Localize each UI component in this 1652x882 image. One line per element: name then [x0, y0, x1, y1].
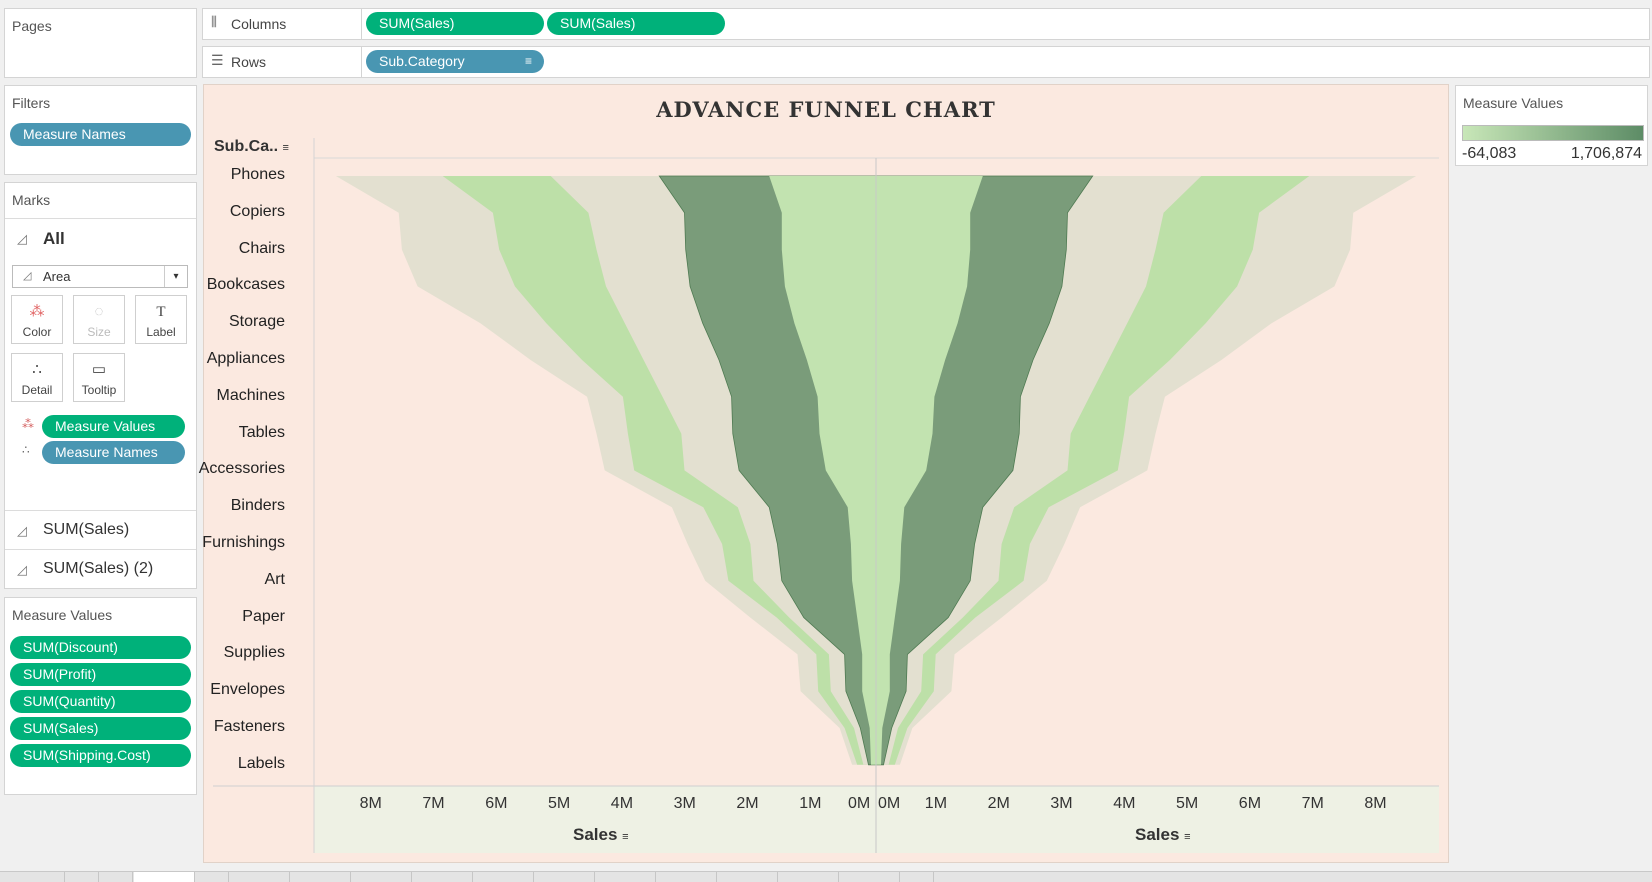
mv-pill-profit[interactable]: SUM(Profit)	[10, 663, 191, 686]
x-tick-label-right: 6M	[1238, 795, 1262, 812]
mv-pill-sales[interactable]: SUM(Sales)	[10, 717, 191, 740]
category-label: Machines	[216, 386, 285, 404]
x-tick-label-left: 0M	[848, 795, 871, 812]
color-dots-icon: ⁂	[29, 303, 45, 320]
color-dots-icon: ⁂	[22, 417, 34, 431]
category-label: Copiers	[229, 202, 285, 220]
x-tick-label-right: 5M	[1176, 795, 1199, 812]
marks-card: Marks ◿ All ◿ Area ▾ ⁂ Color ◌ Size T La…	[4, 182, 197, 589]
legend-gradient	[1462, 125, 1644, 141]
row-header: Sub.Ca.. ≡	[214, 138, 289, 155]
category-label: Chairs	[238, 239, 285, 257]
legend-max: 1,706,874	[1570, 145, 1642, 162]
pages-title: Pages	[12, 18, 52, 34]
area-icon: ◿	[17, 562, 27, 577]
x-tick-label-right: 4M	[1113, 795, 1136, 812]
category-label: Appliances	[206, 350, 285, 367]
size-circles-icon: ◌	[94, 303, 104, 320]
size-button[interactable]: ◌ Size	[73, 295, 125, 344]
legend-min: -64,083	[1462, 145, 1517, 162]
columns-label: Columns	[231, 16, 287, 32]
color-button[interactable]: ⁂ Color	[11, 295, 63, 344]
x-tick-label-left: 8M	[359, 795, 382, 812]
x-tick-label-right: 3M	[1050, 795, 1073, 812]
x-tick-label-left: 7M	[422, 795, 445, 812]
color-legend[interactable]: Measure Values -64,083 1,706,874	[1455, 85, 1648, 166]
columns-pill-sales-1[interactable]: SUM(Sales)	[366, 12, 544, 35]
category-label: Paper	[242, 607, 285, 625]
mv-pill-shipping-cost[interactable]: SUM(Shipping.Cost)	[10, 744, 191, 767]
pages-card: Pages	[4, 8, 197, 78]
chevron-down-icon: ▾	[164, 266, 187, 287]
measure-values-title: Measure Values	[12, 607, 113, 623]
sort-icon: ≡	[622, 831, 629, 843]
category-label: Art	[264, 570, 285, 588]
marks-pane-sales-2[interactable]: ◿ SUM(Sales) (2)	[5, 549, 196, 588]
sort-icon: ≡	[524, 54, 532, 68]
columns-pill-sales-2[interactable]: SUM(Sales)	[547, 12, 725, 35]
category-label: Accessories	[198, 460, 285, 478]
marks-pane-sales[interactable]: ◿ SUM(Sales)	[5, 510, 196, 549]
area-icon: ◿	[17, 231, 27, 246]
x-axis-title-left: Sales ≡	[573, 825, 629, 844]
category-label: Supplies	[223, 644, 285, 662]
area-icon: ◿	[17, 523, 27, 538]
tooltip-button[interactable]: ▭ Tooltip	[73, 353, 125, 402]
rows-pill-subcategory[interactable]: Sub.Category ≡	[366, 50, 544, 73]
mv-pill-quantity[interactable]: SUM(Quantity)	[10, 690, 191, 713]
x-tick-label-left: 2M	[736, 795, 759, 812]
legend-title: Measure Values	[1463, 95, 1564, 111]
category-label: Envelopes	[210, 681, 285, 699]
x-tick-label-left: 4M	[610, 795, 634, 812]
x-tick-label-left: 6M	[485, 795, 508, 812]
detail-button[interactable]: ∴ Detail	[11, 353, 63, 402]
rows-label: Rows	[231, 54, 267, 70]
x-tick-label-right: 0M	[878, 795, 901, 812]
detail-dots-icon: ∴	[22, 443, 30, 457]
x-tick-label-right: 8M	[1364, 795, 1387, 812]
x-tick-label-left: 3M	[673, 795, 696, 812]
sheet-tabs	[0, 871, 1652, 882]
rows-shelf[interactable]: ☰ Rows Sub.Category ≡	[202, 46, 1650, 78]
tooltip-icon: ▭	[91, 361, 107, 378]
area-icon: ◿	[23, 270, 32, 282]
marks-pill-measure-values[interactable]: Measure Values	[42, 415, 185, 438]
sort-icon: ≡	[282, 142, 289, 154]
marks-all-tab[interactable]: ◿ All	[5, 218, 196, 257]
text-label-icon: T	[156, 304, 166, 320]
x-tick-label-right: 2M	[987, 795, 1010, 812]
category-label: Fasteners	[213, 718, 285, 735]
category-label: Labels	[237, 754, 285, 772]
category-label: Furnishings	[202, 534, 285, 551]
label-button[interactable]: T Label	[135, 295, 187, 344]
filters-title: Filters	[12, 95, 51, 111]
filters-card: Filters Measure Names	[4, 85, 197, 175]
x-tick-label-right: 1M	[924, 795, 948, 812]
mv-pill-discount[interactable]: SUM(Discount)	[10, 636, 191, 659]
category-label: Phones	[230, 166, 285, 183]
filter-pill-measure-names[interactable]: Measure Names	[10, 123, 191, 146]
x-tick-label-left: 1M	[799, 795, 822, 812]
category-label: Binders	[230, 497, 285, 515]
rows-icon: ☰	[211, 52, 224, 68]
columns-icon: ⫼	[211, 14, 217, 29]
marks-pill-measure-names[interactable]: Measure Names	[42, 441, 185, 464]
chart-title: ADVANCE FUNNEL CHART	[656, 97, 996, 122]
measure-values-card: Measure Values SUM(Discount) SUM(Profit)…	[4, 597, 197, 795]
worksheet-view: ADVANCE FUNNEL CHART Sub.Ca.. ≡	[203, 84, 1449, 863]
x-tick-label-right: 7M	[1301, 795, 1324, 812]
category-label: Bookcases	[206, 276, 285, 294]
category-label: Storage	[228, 313, 285, 331]
category-label: Tables	[238, 423, 285, 441]
x-tick-label-left: 5M	[548, 795, 571, 812]
detail-dots-icon: ∴	[32, 361, 42, 378]
sort-icon: ≡	[1184, 831, 1191, 843]
columns-shelf[interactable]: ⫼ Columns SUM(Sales) SUM(Sales)	[202, 8, 1650, 40]
x-axis-title-right: Sales ≡	[1135, 825, 1191, 844]
marks-title: Marks	[12, 192, 51, 208]
mark-type-dropdown[interactable]: ◿ Area ▾	[12, 265, 188, 288]
